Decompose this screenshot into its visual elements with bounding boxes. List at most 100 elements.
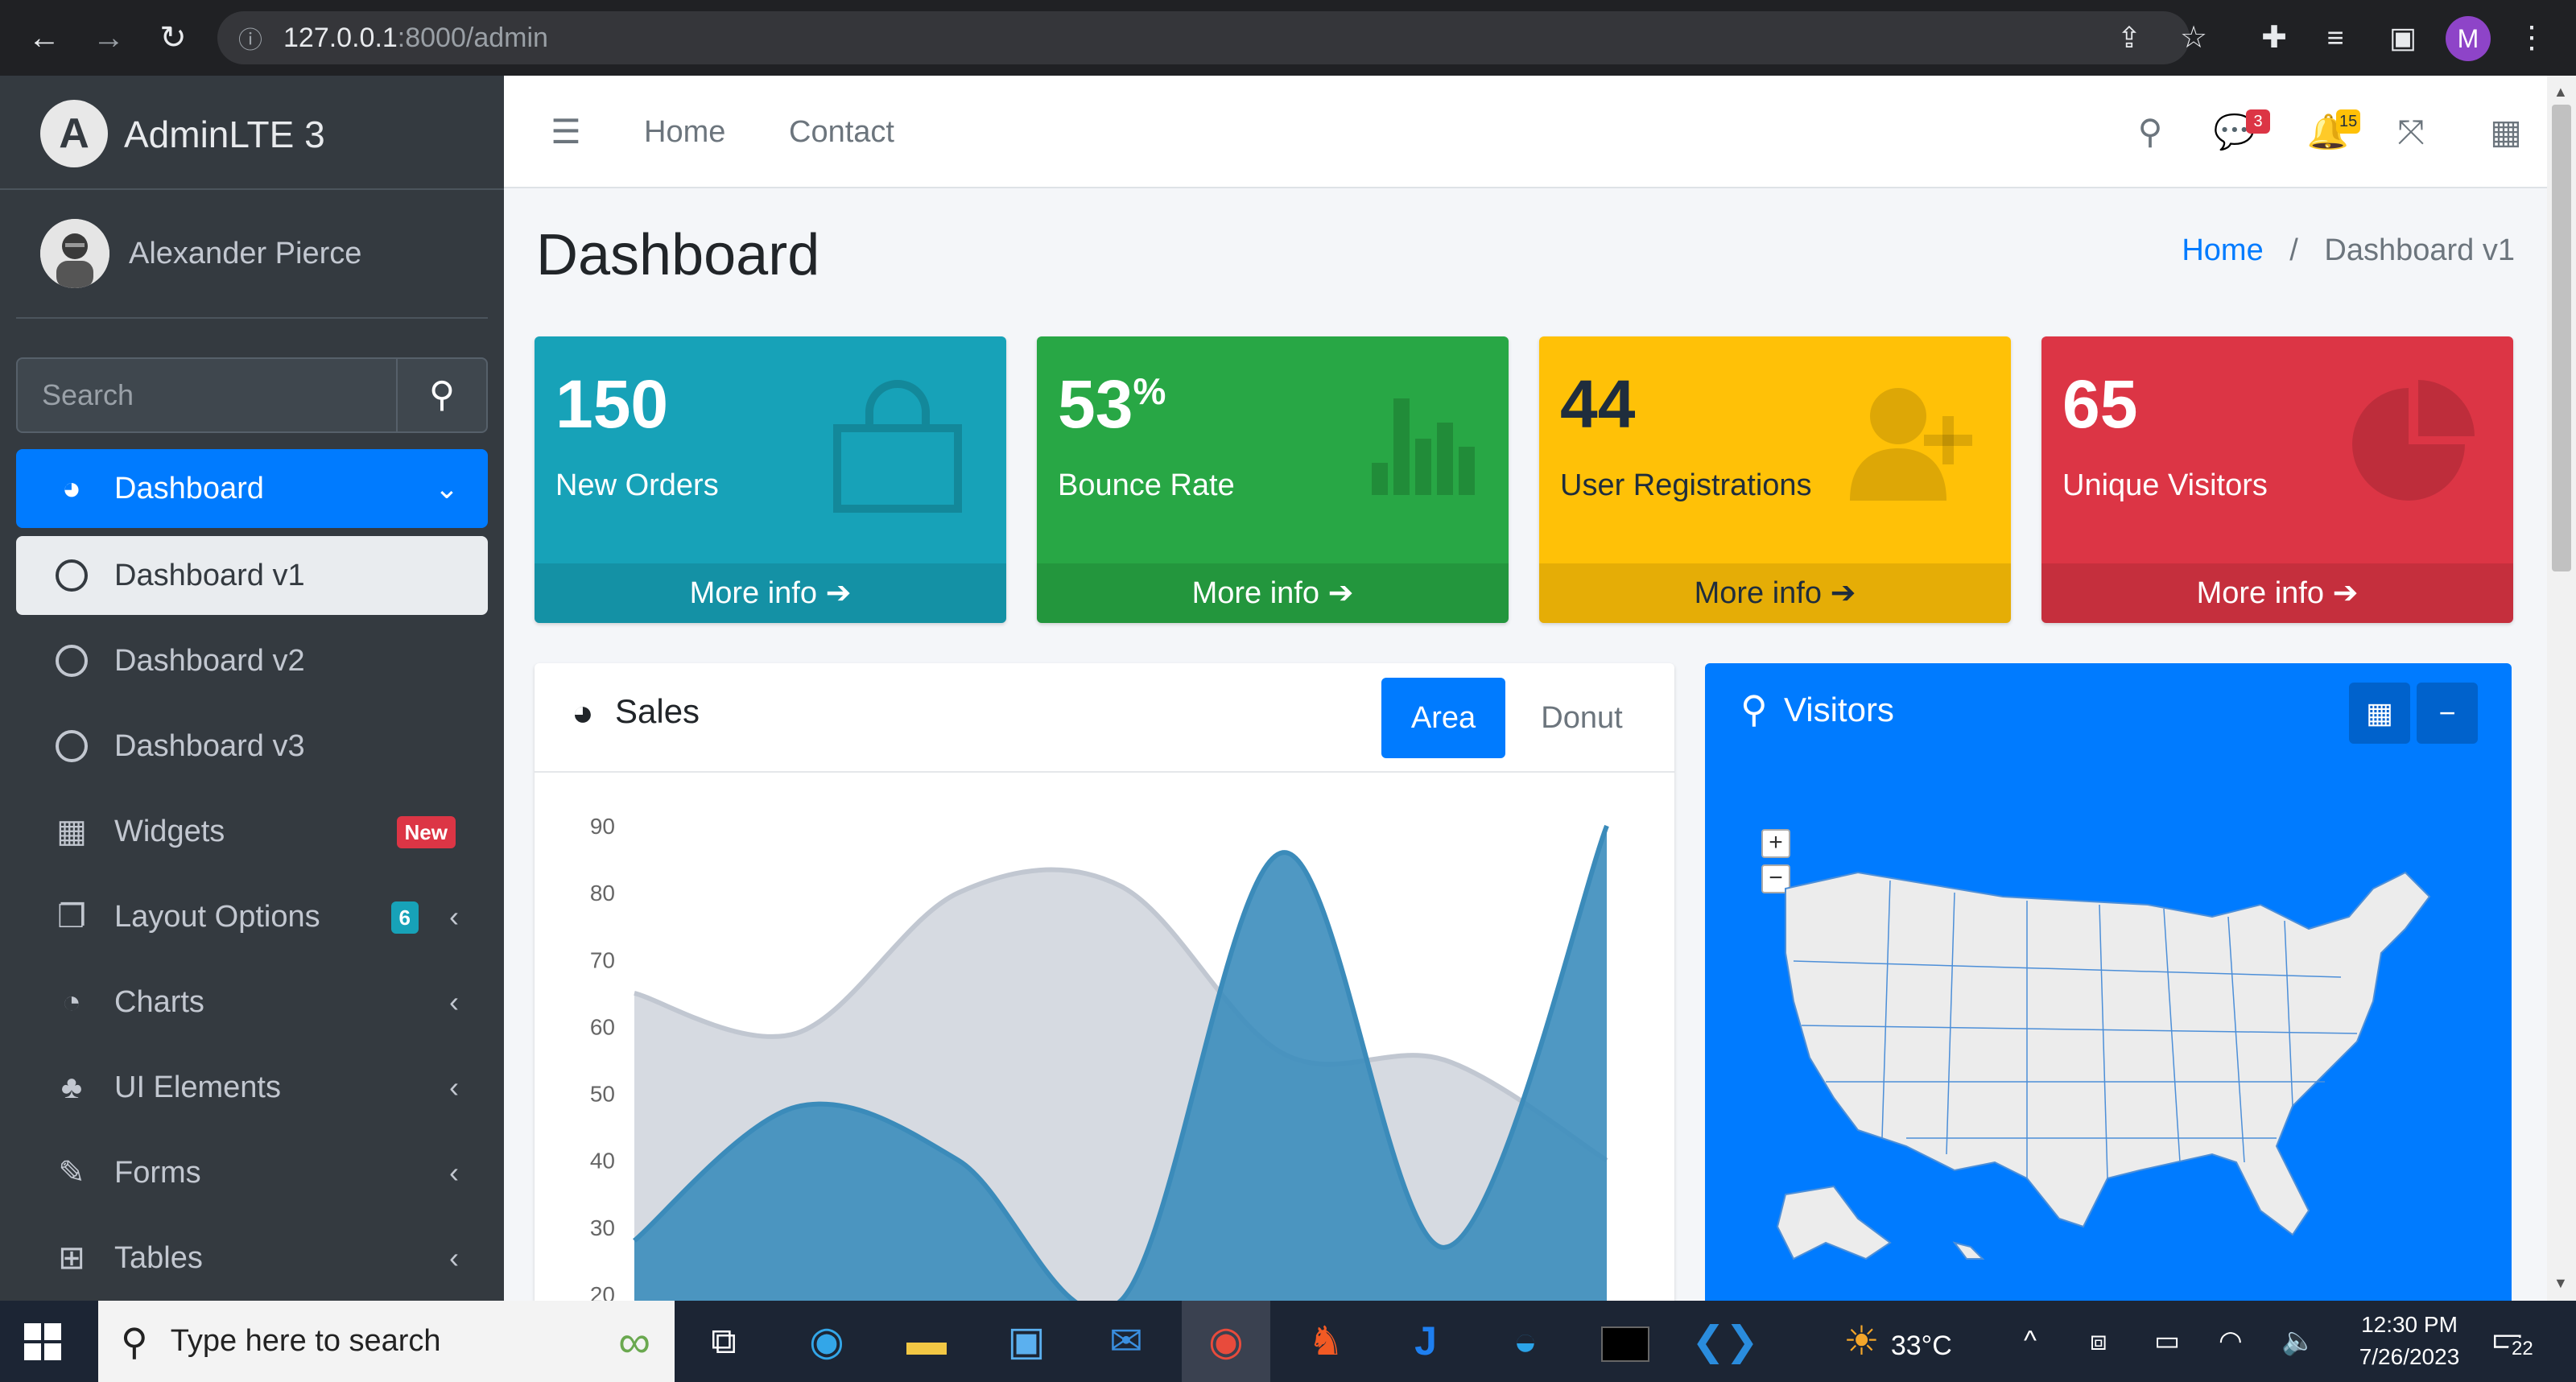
store-icon[interactable]: ▣ xyxy=(982,1301,1071,1382)
sidebar-item-label: Dashboard xyxy=(114,472,264,505)
breadcrumb-home[interactable]: Home xyxy=(2182,233,2263,267)
sidebar-item-ui-elements[interactable]: ♣ UI Elements ‹ xyxy=(16,1048,488,1127)
sidebar-item-label: Layout Options xyxy=(114,900,320,934)
show-hidden-icons-icon[interactable]: ^ xyxy=(2024,1301,2037,1382)
minus-icon[interactable]: − xyxy=(2417,683,2478,744)
breadcrumb-separator: / xyxy=(2289,233,2298,267)
page-scrollbar[interactable]: ▲ ▼ xyxy=(2547,76,2576,1301)
y-tick-label: 60 xyxy=(590,1014,615,1039)
more-info-link[interactable]: More info ➔ xyxy=(1037,563,1509,623)
sidebar-item-forms[interactable]: ✎ Forms ‹ xyxy=(16,1133,488,1212)
volume-icon[interactable]: 🔈 xyxy=(2281,1301,2315,1382)
hamburger-icon[interactable]: ☰ xyxy=(538,76,594,188)
weather-widget[interactable]: ☀ 33°C xyxy=(1843,1301,1952,1382)
mail-icon[interactable]: ✉ xyxy=(1082,1301,1170,1382)
scroll-up-icon[interactable]: ▲ xyxy=(2553,84,2568,101)
back-icon[interactable]: ← xyxy=(16,0,72,76)
map-marker-icon: ⚲ xyxy=(1740,688,1768,730)
extensions-icon[interactable]: ✚ xyxy=(2246,0,2302,76)
tree-icon: ♣ xyxy=(60,1070,83,1105)
bar-chart-icon xyxy=(1372,380,1476,517)
bell-icon[interactable]: 🔔 15 xyxy=(2288,76,2368,188)
sidebar-item-charts[interactable]: ◔ Charts ‹ xyxy=(16,963,488,1042)
file-explorer-icon[interactable]: ▬ xyxy=(882,1301,971,1382)
sidebar-item-label: Dashboard v2 xyxy=(114,644,305,678)
user-name[interactable]: Alexander Pierce xyxy=(129,237,361,271)
messages-icon[interactable]: 💬 3 xyxy=(2194,76,2275,188)
messages-badge: 3 xyxy=(2246,109,2270,134)
control-sidebar-icon[interactable]: ▦ xyxy=(2478,76,2534,188)
sidebar-item-tables[interactable]: ⊞ Tables ‹ xyxy=(16,1219,488,1297)
sidebar-item-dashboard-v1[interactable]: Dashboard v1 xyxy=(16,536,488,615)
taskbar-search[interactable]: ⚲ Type here to search ∞ xyxy=(98,1301,675,1382)
menu-icon[interactable]: ⋮ xyxy=(2504,0,2560,76)
terminal-icon[interactable] xyxy=(1581,1301,1670,1382)
clock-date: 7/26/2023 xyxy=(2359,1344,2460,1369)
arrow-circle-right-icon: ➔ xyxy=(825,576,852,610)
bookmark-star-icon[interactable]: ☆ xyxy=(2165,0,2222,76)
y-tick-label: 40 xyxy=(590,1149,615,1174)
task-view-icon[interactable]: ⧉ xyxy=(679,1301,768,1382)
search-icon[interactable]: ⚲ xyxy=(396,359,486,431)
arrow-circle-right-icon: ➔ xyxy=(2332,576,2359,610)
notification-center-icon[interactable]: ▭ 22 xyxy=(2491,1318,2539,1367)
donut-tab-button[interactable]: Donut xyxy=(1521,678,1642,758)
fullscreen-icon[interactable]: ⤧ xyxy=(2383,76,2439,188)
sidebar-item-widgets[interactable]: ▦ Widgets New xyxy=(16,792,488,871)
chevron-down-icon: ⌄ xyxy=(434,472,459,505)
media-icon[interactable]: ≡ xyxy=(2307,0,2363,76)
usa-map[interactable] xyxy=(1761,840,2486,1291)
scroll-down-icon[interactable]: ▼ xyxy=(2553,1275,2568,1292)
vscode-icon[interactable]: ❮❯ xyxy=(1681,1301,1769,1382)
sales-card-header: ◕ Sales Area Donut xyxy=(535,663,1674,773)
y-tick-label: 70 xyxy=(590,947,615,972)
sidebar-item-layout-options[interactable]: ❐ Layout Options 6 ‹ xyxy=(16,877,488,956)
nav-home-link[interactable]: Home xyxy=(644,76,725,188)
browser-toolbar: ← → ↻ ⓘ 127.0.0.1:8000/admin ⇪ ☆ ✚ ≡ ▣ M… xyxy=(0,0,2576,76)
tachometer-icon: ◕ xyxy=(61,471,82,506)
sidebar-item-dashboard-v2[interactable]: Dashboard v2 xyxy=(16,621,488,700)
area-tab-button[interactable]: Area xyxy=(1381,678,1505,758)
user-avatar[interactable] xyxy=(40,219,109,288)
more-info-link[interactable]: More info ➔ xyxy=(1539,563,2011,623)
small-box-value: 44 xyxy=(1560,366,1636,442)
calendar-icon[interactable]: ▦ xyxy=(2349,683,2410,744)
wifi-icon[interactable]: ◠ xyxy=(2219,1301,2243,1382)
sidebar-item-label: Tables xyxy=(114,1241,203,1275)
windows-start-icon[interactable] xyxy=(24,1323,61,1360)
search-highlight-icon: ∞ xyxy=(618,1316,650,1367)
sidebar-item-dashboard-v3[interactable]: Dashboard v3 xyxy=(16,707,488,786)
profile-avatar[interactable]: M xyxy=(2446,16,2491,61)
brand[interactable]: A AdminLTE 3 xyxy=(0,76,504,190)
sidebar-search-input[interactable] xyxy=(18,359,396,431)
brave-icon[interactable]: ♞ xyxy=(1282,1301,1370,1382)
more-info-link[interactable]: More info ➔ xyxy=(2041,563,2513,623)
small-box-registrations: 44 User Registrations More info ➔ xyxy=(1539,336,2011,623)
small-box-label: Bounce Rate xyxy=(1058,468,1235,502)
database-app-icon[interactable]: ◒ xyxy=(1481,1301,1570,1382)
taskbar-clock[interactable]: 12:30 PM 7/26/2023 xyxy=(2341,1309,2478,1373)
chevron-left-icon: ‹ xyxy=(449,900,459,933)
forward-icon[interactable]: → xyxy=(80,0,137,76)
scrollbar-thumb[interactable] xyxy=(2552,105,2571,571)
address-bar[interactable]: ⓘ 127.0.0.1:8000/admin xyxy=(217,11,2190,64)
search-icon[interactable]: ⚲ xyxy=(2122,76,2178,188)
visitors-card-title: Visitors xyxy=(1784,691,1894,728)
edge-icon[interactable]: ◉ xyxy=(782,1301,871,1382)
page-title: Dashboard xyxy=(536,223,820,287)
share-icon[interactable]: ⇪ xyxy=(2101,0,2157,76)
more-info-link[interactable]: More info ➔ xyxy=(535,563,1006,623)
sidebar-item-dashboard[interactable]: ◕ Dashboard ⌄ xyxy=(16,449,488,528)
circle-icon xyxy=(52,621,92,700)
weather-temp: 33°C xyxy=(1890,1330,1952,1361)
site-info-icon[interactable]: ⓘ xyxy=(238,20,262,56)
chevron-left-icon: ‹ xyxy=(449,1241,459,1274)
reload-icon[interactable]: ↻ xyxy=(145,0,201,76)
side-panel-icon[interactable]: ▣ xyxy=(2375,0,2431,76)
nav-contact-link[interactable]: Contact xyxy=(789,76,894,188)
meet-now-icon[interactable]: ⧈ xyxy=(2090,1301,2107,1382)
chrome-icon[interactable]: ◉ xyxy=(1182,1301,1270,1382)
battery-icon[interactable]: ▭ xyxy=(2154,1301,2180,1382)
sidebar-item-label: UI Elements xyxy=(114,1071,281,1104)
java-app-icon[interactable]: J xyxy=(1381,1301,1470,1382)
